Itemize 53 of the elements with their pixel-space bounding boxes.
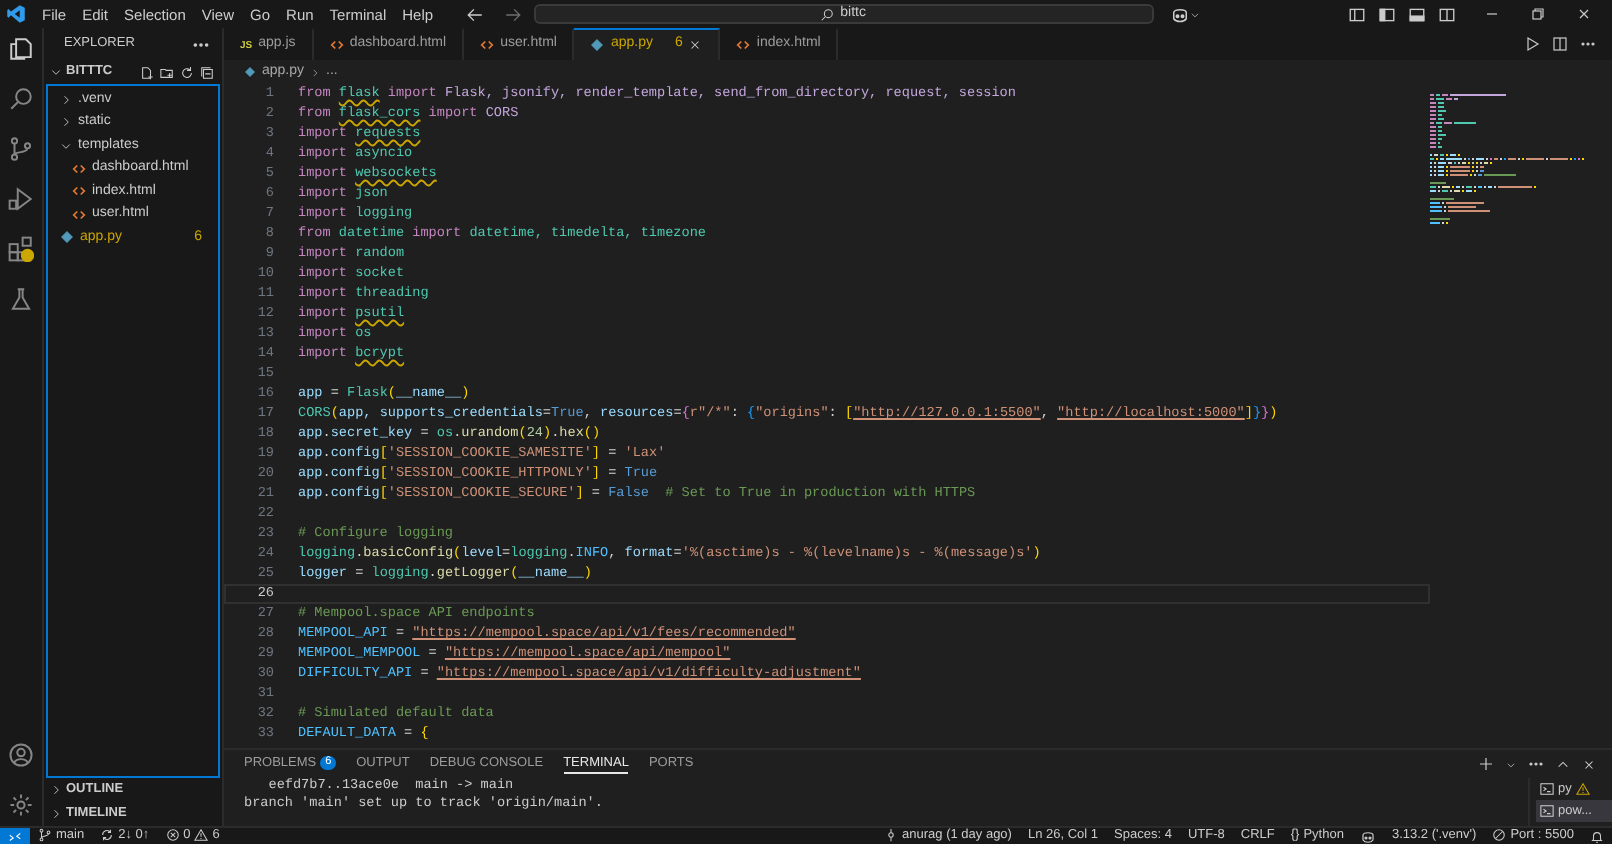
flask-icon[interactable]	[8, 286, 34, 312]
terminal-icon	[1540, 804, 1554, 818]
close-icon[interactable]	[1582, 757, 1596, 771]
close-icon[interactable]	[688, 38, 703, 52]
extensions-icon[interactable]	[8, 236, 34, 262]
remote-icon	[8, 829, 22, 843]
diamond-file-icon	[590, 38, 605, 52]
files-icon[interactable]	[8, 36, 34, 62]
caret-icon[interactable]	[1506, 759, 1516, 769]
no-entry-icon	[1492, 828, 1507, 843]
sidebar-toggle-icon[interactable]	[1378, 5, 1396, 23]
split-editor-icon[interactable]	[1552, 36, 1568, 52]
error-icon	[165, 828, 180, 843]
plus-icon[interactable]	[1478, 756, 1494, 772]
source-control-icon[interactable]	[8, 136, 34, 162]
back-arrow-icon[interactable]	[465, 5, 484, 23]
close-icon[interactable]	[1576, 6, 1592, 22]
new-folder-icon[interactable]	[160, 65, 174, 79]
code-file-icon	[736, 38, 751, 52]
code-file-icon	[72, 207, 86, 222]
code-file-icon	[72, 184, 86, 199]
sync-icon	[100, 828, 115, 843]
terminal-icon	[1540, 782, 1554, 796]
search-icon[interactable]	[8, 86, 34, 112]
split-layout-icon[interactable]	[1438, 5, 1456, 23]
chevron-right-icon	[310, 67, 321, 77]
copilot-icon	[1359, 829, 1376, 843]
account-icon[interactable]	[8, 742, 34, 768]
code-file-icon	[329, 38, 344, 52]
code-file-icon	[480, 38, 495, 52]
settings-icon[interactable]	[8, 792, 34, 818]
run-icon[interactable]	[1524, 36, 1540, 52]
restore-icon[interactable]	[1530, 6, 1546, 22]
diamond-file-icon	[244, 66, 256, 78]
code-file-icon	[72, 161, 86, 176]
warning-icon	[194, 828, 209, 843]
panel-toggle-icon[interactable]	[1408, 5, 1426, 23]
remote-button[interactable]	[0, 827, 30, 844]
run-debug-icon[interactable]	[8, 186, 34, 212]
branch-icon	[38, 828, 52, 843]
new-file-icon[interactable]	[140, 65, 154, 79]
collapse-icon[interactable]	[200, 65, 214, 79]
bell-icon	[1590, 829, 1604, 843]
caret-icon[interactable]	[1189, 9, 1200, 19]
diamond-file-icon	[60, 230, 74, 245]
search-icon	[820, 7, 835, 21]
forward-arrow-icon[interactable]	[503, 5, 522, 23]
refresh-icon[interactable]	[180, 65, 194, 79]
copilot-icon[interactable]	[1169, 5, 1190, 23]
vscode-logo-icon	[6, 4, 26, 24]
layout-icon[interactable]	[1348, 5, 1366, 23]
maximize-icon[interactable]	[1556, 757, 1570, 771]
commit-icon	[884, 828, 899, 843]
